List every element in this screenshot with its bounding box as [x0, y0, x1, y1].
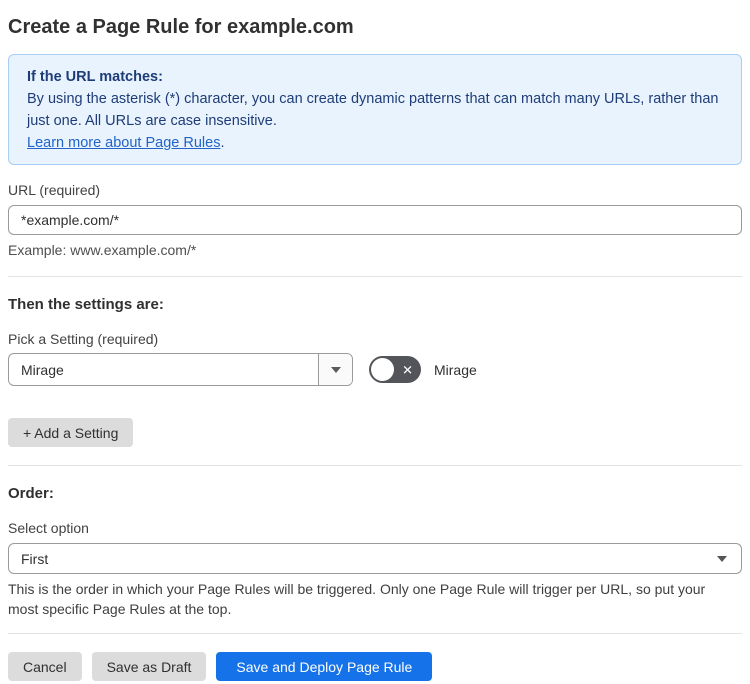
url-match-info-box: If the URL matches: By using the asteris…	[8, 54, 742, 165]
url-field-label: URL (required)	[8, 182, 101, 198]
setting-row: Mirage ✕ Mirage	[8, 353, 742, 386]
learn-more-link[interactable]: Learn more about Page Rules	[27, 135, 220, 151]
toggle-knob	[371, 358, 394, 381]
info-box-heading: If the URL matches:	[27, 69, 163, 85]
chevron-down-icon	[330, 366, 341, 373]
info-box-body: By using the asterisk (*) character, you…	[27, 91, 719, 129]
setting-select[interactable]: Mirage	[8, 353, 353, 386]
page-title: Create a Page Rule for example.com	[8, 16, 354, 38]
divider	[8, 465, 742, 466]
order-section-heading: Order:	[8, 485, 54, 502]
setting-select-caret-button[interactable]	[318, 354, 352, 385]
x-icon: ✕	[402, 362, 413, 377]
save-as-draft-button[interactable]: Save as Draft	[91, 652, 207, 681]
cancel-button[interactable]: Cancel	[8, 652, 82, 681]
order-select-label: Select option	[8, 520, 89, 536]
settings-section-heading: Then the settings are:	[8, 296, 164, 313]
url-example-text: Example: www.example.com/*	[8, 242, 197, 258]
toggle-label: Mirage	[434, 361, 477, 378]
setting-select-value: Mirage	[21, 361, 64, 378]
setting-picker-label: Pick a Setting (required)	[8, 331, 159, 347]
order-help-text: This is the order in which your Page Rul…	[8, 581, 706, 617]
mirage-toggle[interactable]: ✕	[369, 356, 421, 383]
order-select[interactable]: First	[8, 543, 742, 574]
divider	[8, 276, 742, 277]
page-rule-form: Create a Page Rule for example.com If th…	[0, 0, 750, 681]
url-input[interactable]	[8, 205, 742, 235]
footer-actions: Cancel Save as Draft Save and Deploy Pag…	[8, 652, 742, 681]
info-box-link-line: Learn more about Page Rules.	[27, 132, 723, 154]
order-select-value: First	[21, 550, 49, 567]
caret-down-icon	[717, 555, 727, 562]
save-and-deploy-button[interactable]: Save and Deploy Page Rule	[216, 652, 433, 681]
add-setting-button[interactable]: + Add a Setting	[8, 418, 134, 447]
link-suffix: .	[220, 135, 225, 151]
divider	[8, 633, 742, 634]
